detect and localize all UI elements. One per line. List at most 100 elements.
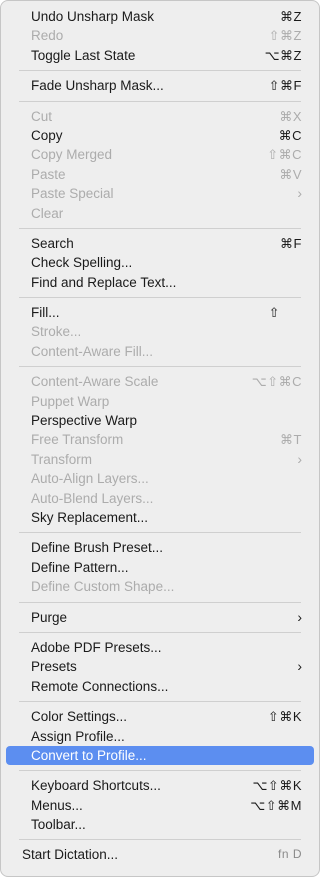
menu-item-label: Color Settings... — [31, 709, 128, 725]
menu-separator — [19, 100, 301, 102]
menu-item-clear: Clear — [6, 204, 314, 223]
menu-item-label: Stroke... — [31, 324, 82, 340]
menu-separator — [19, 297, 301, 299]
menu-item-label: Presets — [31, 659, 77, 675]
menu-item-sky-replacement[interactable]: Sky Replacement... — [6, 508, 314, 527]
menu-item-shortcut: ⇧⌘F — [268, 78, 302, 94]
menu-item-shortcut: fn D — [277, 847, 302, 862]
menu-item-paste-special: Paste Special › — [6, 184, 314, 203]
menu-item-undo-unsharp-mask[interactable]: Undo Unsharp Mask ⌘Z — [6, 7, 314, 26]
menu-item-define-pattern[interactable]: Define Pattern... — [6, 558, 314, 577]
menu-item-toolbar[interactable]: Toolbar... — [6, 815, 314, 834]
menu-item-label: Menus... — [31, 797, 83, 813]
menu-item-perspective-warp[interactable]: Perspective Warp — [6, 411, 314, 430]
chevron-right-icon: › — [297, 450, 302, 467]
menu-item-label: Fill... — [31, 305, 60, 321]
menu-item-paste: Paste ⌘V — [6, 165, 314, 184]
menu-separator — [19, 701, 301, 703]
menu-item-label: Sky Replacement... — [31, 509, 149, 525]
menu-item-copy[interactable]: Copy ⌘C — [6, 126, 314, 145]
menu-item-keyboard-shortcuts[interactable]: Keyboard Shortcuts... ⌥⇧⌘K — [6, 776, 314, 795]
menu-separator — [19, 770, 301, 772]
edit-menu: Undo Unsharp Mask ⌘Z Redo ⇧⌘Z Toggle Las… — [0, 0, 320, 877]
menu-item-label: Toolbar... — [31, 817, 86, 833]
chevron-right-icon: › — [297, 185, 302, 202]
chevron-right-icon: › — [297, 658, 302, 675]
menu-item-label: Convert to Profile... — [31, 747, 147, 763]
menu-item-label: Cut — [31, 108, 53, 124]
menu-separator — [19, 839, 301, 841]
menu-item-content-aware-scale: Content-Aware Scale ⌥⇧⌘C — [6, 372, 314, 391]
menu-item-auto-align-layers: Auto-Align Layers... — [6, 469, 314, 488]
menu-item-remote-connections[interactable]: Remote Connections... — [6, 677, 314, 696]
menu-item-define-custom-shape: Define Custom Shape... — [6, 577, 314, 596]
menu-item-shortcut: ⌥⇧⌘C — [251, 374, 302, 390]
menu-item-fill[interactable]: Fill... ⇧ — [6, 303, 314, 322]
menu-item-label: Fade Unsharp Mask... — [31, 78, 164, 94]
menu-item-label: Find and Replace Text... — [31, 274, 177, 290]
menu-item-label: Search — [31, 235, 74, 251]
menu-item-shortcut: ⌥⇧⌘K — [252, 778, 302, 794]
menu-item-cut: Cut ⌘X — [6, 107, 314, 126]
menu-item-toggle-last-state[interactable]: Toggle Last State ⌥⌘Z — [6, 46, 314, 65]
menu-item-shortcut: ⇧⌘K — [267, 709, 302, 725]
menu-separator — [19, 532, 301, 534]
menu-item-label: Copy Merged — [31, 147, 113, 163]
menu-item-label: Adobe PDF Presets... — [31, 639, 162, 655]
menu-item-label: Auto-Blend Layers... — [31, 490, 154, 506]
menu-item-label: Transform — [31, 451, 93, 467]
menu-item-label: Remote Connections... — [31, 678, 169, 694]
menu-item-start-dictation[interactable]: Start Dictation... fn D — [6, 845, 314, 864]
menu-item-content-aware-fill: Content-Aware Fill... — [6, 342, 314, 361]
menu-item-fade-unsharp-mask[interactable]: Fade Unsharp Mask... ⇧⌘F — [6, 76, 314, 95]
menu-item-shortcut: ⌘C — [278, 127, 302, 143]
menu-item-shortcut: ⌘Z — [280, 9, 302, 24]
menu-item-shortcut: ⌥⌘Z — [264, 47, 302, 63]
menu-item-label: Auto-Align Layers... — [31, 471, 149, 487]
menu-separator — [19, 227, 301, 229]
menu-item-shortcut: ⌘V — [279, 166, 302, 182]
menu-item-label: Undo Unsharp Mask — [31, 9, 155, 24]
menu-item-label: Clear — [31, 205, 64, 221]
menu-item-label: Content-Aware Fill... — [31, 343, 154, 359]
menu-item-label: Define Custom Shape... — [31, 579, 175, 595]
menu-item-label: Keyboard Shortcuts... — [31, 778, 161, 794]
menu-item-label: Content-Aware Scale — [31, 374, 159, 390]
menu-item-purge[interactable]: Purge › — [6, 608, 314, 627]
menu-item-search[interactable]: Search ⌘F — [6, 234, 314, 253]
menu-item-copy-merged: Copy Merged ⇧⌘C — [6, 145, 314, 164]
menu-item-auto-blend-layers: Auto-Blend Layers... — [6, 489, 314, 508]
menu-separator — [19, 366, 301, 368]
menu-item-shortcut: ⇧⌘Z — [268, 28, 302, 44]
menu-item-label: Assign Profile... — [31, 728, 125, 744]
menu-item-label: Check Spelling... — [31, 255, 133, 271]
menu-item-label: Purge — [31, 609, 68, 625]
menu-item-define-brush-preset[interactable]: Define Brush Preset... — [6, 538, 314, 557]
menu-item-label: Redo — [31, 28, 64, 44]
menu-item-assign-profile[interactable]: Assign Profile... — [6, 727, 314, 746]
menu-separator — [19, 631, 301, 633]
menu-item-label: Toggle Last State — [31, 47, 136, 63]
menu-item-find-and-replace-text[interactable]: Find and Replace Text... — [6, 273, 314, 292]
menu-item-label: Copy — [31, 127, 63, 143]
menu-item-check-spelling[interactable]: Check Spelling... — [6, 253, 314, 272]
menu-item-convert-to-profile[interactable]: Convert to Profile... — [6, 745, 314, 766]
menu-item-label: Free Transform — [31, 432, 124, 448]
menu-item-menus[interactable]: Menus... ⌥⇧⌘M — [6, 796, 314, 815]
menu-item-label: Start Dictation... — [22, 847, 119, 863]
menu-item-shortcut: ⇧ — [268, 305, 280, 321]
menu-item-shortcut: ⌥⇧⌘M — [250, 797, 302, 813]
menu-item-redo: Redo ⇧⌘Z — [6, 26, 314, 45]
menu-item-adobe-pdf-presets[interactable]: Adobe PDF Presets... — [6, 638, 314, 657]
menu-item-label: Paste — [31, 166, 66, 182]
menu-item-stroke: Stroke... — [6, 322, 314, 341]
menu-item-label: Define Pattern... — [31, 559, 129, 575]
menu-item-shortcut: ⇧⌘C — [267, 147, 302, 163]
menu-separator — [19, 601, 301, 603]
menu-item-shortcut: ⌘F — [280, 235, 302, 251]
menu-item-shortcut: ⌘T — [280, 432, 302, 448]
menu-item-color-settings[interactable]: Color Settings... ⇧⌘K — [6, 707, 314, 726]
menu-item-label: Perspective Warp — [31, 413, 138, 429]
menu-item-presets[interactable]: Presets › — [6, 657, 314, 676]
menu-item-free-transform: Free Transform ⌘T — [6, 430, 314, 449]
